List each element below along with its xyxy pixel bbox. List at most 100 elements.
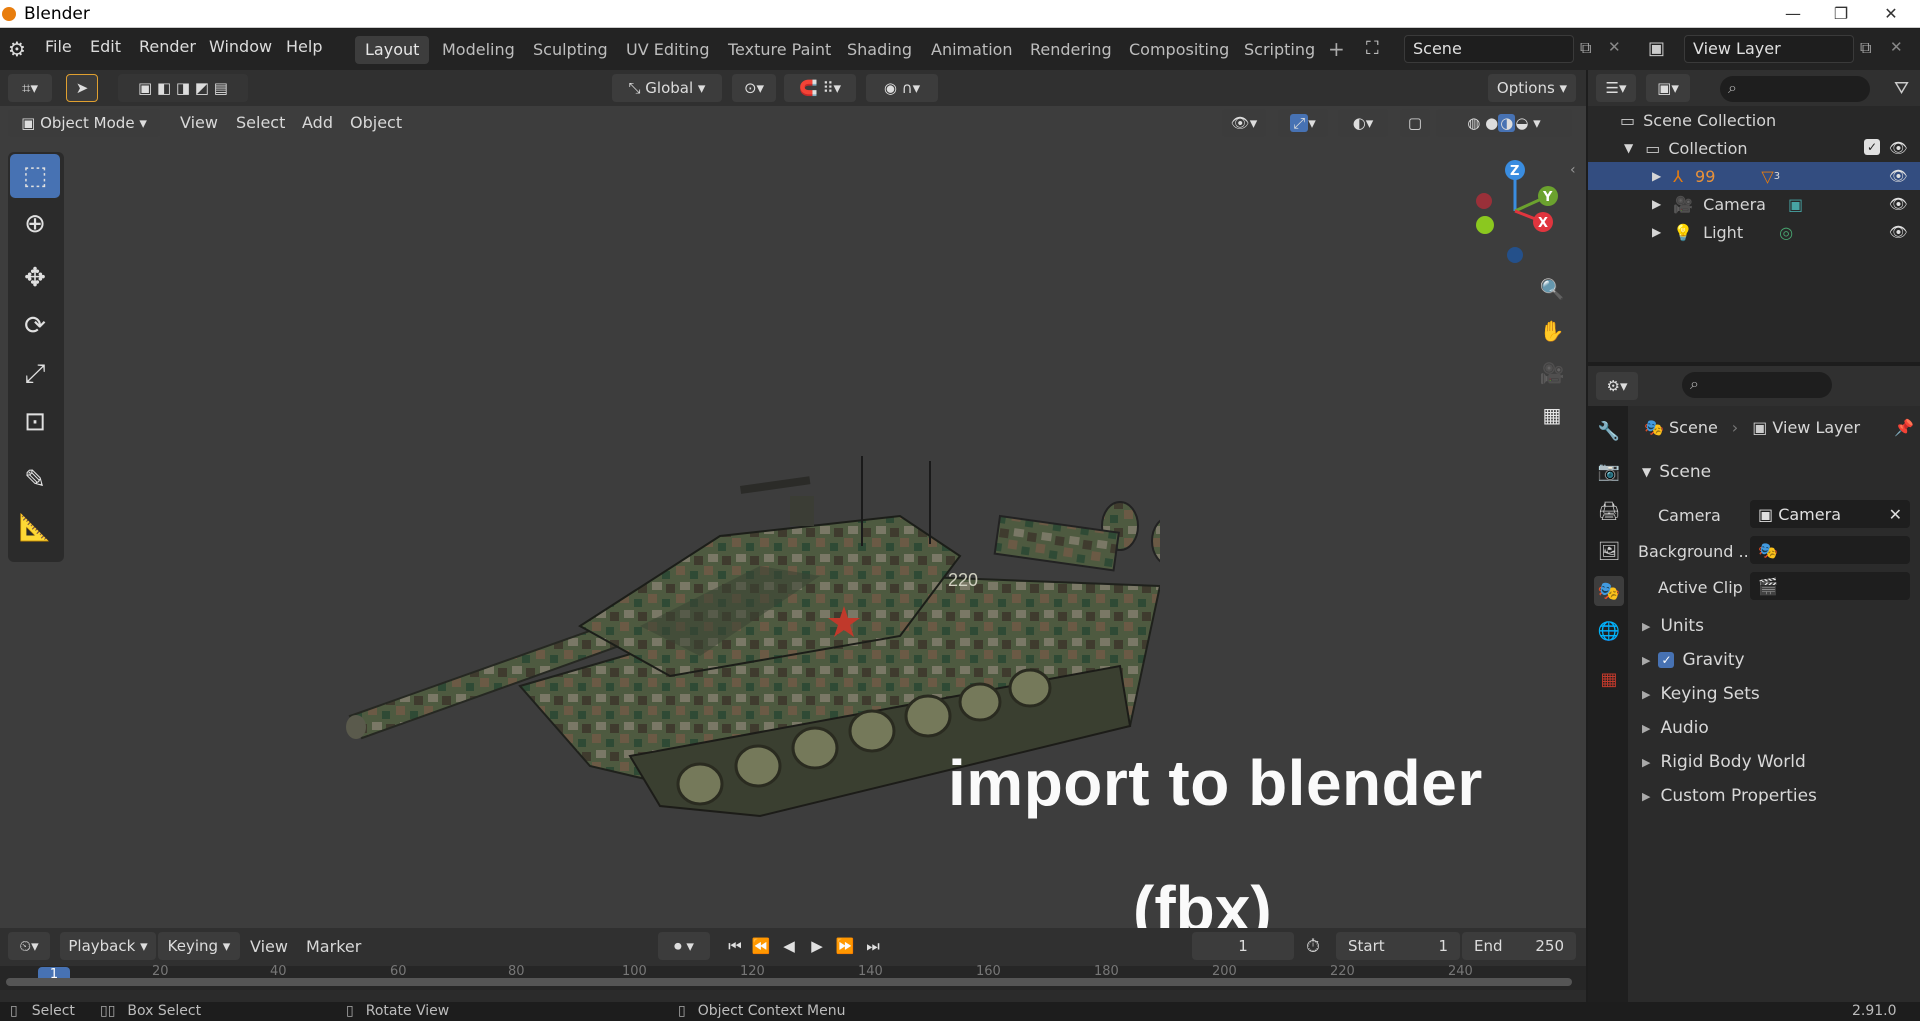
view-layer-selector-icon[interactable]: ▣ — [1648, 38, 1665, 59]
scene-properties-tab-icon[interactable]: 🎭 — [1594, 576, 1624, 606]
expand-arrow-icon[interactable]: ▼ — [1624, 141, 1633, 155]
move-tool-icon[interactable]: ✥ — [10, 256, 60, 300]
gravity-checkbox[interactable]: ✓ — [1658, 652, 1675, 668]
select-tool-icon[interactable]: ➤ — [66, 74, 98, 102]
3d-viewport[interactable]: 220 import to blender (fbx) Z Y X 🔍 ✋ 🎥 … — [0, 106, 1586, 945]
viewport-menu-object[interactable]: Object — [350, 113, 402, 132]
outliner-row-99[interactable]: ▶ ⅄ 99 ▽ 3 👁 — [1588, 162, 1920, 190]
viewport-menu-select[interactable]: Select — [236, 113, 285, 132]
jump-to-previous-keyframe-icon[interactable]: ⏪ — [750, 933, 772, 959]
output-properties-tab-icon[interactable]: 🖨 — [1594, 496, 1624, 526]
play-reverse-icon[interactable]: ◀ — [778, 933, 800, 959]
zoom-view-icon[interactable]: 🔍 — [1535, 272, 1569, 306]
expand-arrow-icon[interactable]: ▶ — [1652, 225, 1661, 239]
scene-selector-icon[interactable]: ⛶ — [1366, 38, 1379, 59]
xray-toggle-icon[interactable]: ▢ — [1400, 109, 1430, 137]
active-clip-field[interactable]: 🎬 — [1750, 572, 1910, 600]
audio-panel-header[interactable]: ▶ Audio — [1642, 718, 1916, 738]
tab-rendering[interactable]: Rendering — [1020, 36, 1122, 64]
expand-arrow-icon[interactable]: ▶ — [1652, 197, 1661, 211]
timeline-editor-type-icon[interactable]: ⏲▾ — [8, 932, 50, 960]
tool-properties-tab-icon[interactable]: 🔧 — [1594, 416, 1624, 446]
display-mode-icon[interactable]: ▣▾ — [1646, 74, 1690, 102]
keying-sets-panel-header[interactable]: ▶ Keying Sets — [1642, 684, 1916, 704]
play-icon[interactable]: ▶ — [806, 933, 828, 959]
playback-menu[interactable]: Playback ▾ — [60, 932, 156, 960]
visibility-toggle-icon[interactable]: 👁▾ — [1222, 109, 1266, 137]
selection-mode-buttons[interactable]: ▣ ◧ ◨ ◩ ▤ — [118, 74, 248, 102]
menu-render[interactable]: Render — [139, 37, 196, 56]
pivot-point-icon[interactable]: ⊙▾ — [732, 74, 776, 102]
view-layer-properties-tab-icon[interactable]: 🖼 — [1594, 536, 1624, 566]
timeline-menu-marker[interactable]: Marker — [306, 937, 361, 956]
remove-view-layer-icon[interactable]: ✕ — [1890, 38, 1903, 56]
tab-texture-paint[interactable]: Texture Paint — [718, 36, 841, 64]
gravity-panel-header[interactable]: ▶ ✓ Gravity — [1642, 650, 1916, 670]
outliner-row-light[interactable]: ▶ 💡 Light ◎ 👁 — [1588, 218, 1920, 246]
blender-menu-icon[interactable]: ⚙ — [8, 37, 26, 61]
select-box-tool-icon[interactable]: ⬚ — [10, 154, 60, 198]
remove-scene-icon[interactable]: ✕ — [1608, 38, 1621, 56]
visibility-eye-icon[interactable]: 👁 — [1889, 223, 1908, 241]
scene-camera-field[interactable]: ▣ Camera ✕ — [1750, 500, 1910, 528]
add-workspace-icon[interactable]: + — [1328, 37, 1345, 61]
rotate-tool-icon[interactable]: ⟳ — [10, 304, 60, 348]
editor-type-icon[interactable]: ⌗▾ — [8, 74, 52, 102]
navigation-gizmo[interactable]: Z Y X — [1460, 156, 1570, 266]
minimize-button[interactable]: — — [1770, 0, 1816, 26]
viewport-menu-view[interactable]: View — [180, 113, 218, 132]
tab-modeling[interactable]: Modeling — [432, 36, 525, 64]
background-scene-field[interactable]: 🎭 — [1750, 536, 1910, 564]
options-dropdown[interactable]: Options ▾ — [1488, 74, 1576, 102]
outliner-row-collection[interactable]: ▼ ▭ Collection ✓ 👁 — [1588, 134, 1920, 162]
custom-properties-panel-header[interactable]: ▶ Custom Properties — [1642, 786, 1916, 806]
proportional-editing-icon[interactable]: ◉ ∩▾ — [866, 74, 938, 102]
scale-tool-icon[interactable]: ⤢ — [10, 352, 60, 396]
viewport-menu-add[interactable]: Add — [302, 113, 333, 132]
measure-tool-icon[interactable]: 📐 — [10, 506, 60, 550]
menu-help[interactable]: Help — [286, 37, 322, 56]
menu-file[interactable]: File — [45, 37, 72, 56]
properties-editor-type-icon[interactable]: ⚙▾ — [1596, 372, 1638, 400]
transform-orientation-dropdown[interactable]: ⤡ Global ▾ — [612, 74, 722, 102]
outliner-row-camera[interactable]: ▶ 🎥 Camera ▣ 👁 — [1588, 190, 1920, 218]
pin-icon[interactable]: 📌 — [1894, 418, 1914, 437]
tab-animation[interactable]: Animation — [921, 36, 1023, 64]
maximize-button[interactable]: ❐ — [1818, 0, 1864, 26]
keying-menu[interactable]: Keying ▾ — [158, 932, 240, 960]
cursor-tool-icon[interactable]: ⊕ — [10, 202, 60, 246]
tab-uv-editing[interactable]: UV Editing — [616, 36, 719, 64]
menu-edit[interactable]: Edit — [90, 37, 121, 56]
clear-camera-icon[interactable]: ✕ — [1889, 505, 1902, 524]
transform-tool-icon[interactable]: ⊡ — [10, 400, 60, 444]
jump-to-next-keyframe-icon[interactable]: ⏩ — [834, 933, 856, 959]
timeline-menu-view[interactable]: View — [250, 937, 288, 956]
expand-arrow-icon[interactable]: ▶ — [1652, 169, 1661, 183]
tab-layout[interactable]: Layout — [355, 36, 430, 64]
filter-icon[interactable]: ⛛ — [1894, 78, 1909, 99]
annotate-tool-icon[interactable]: ✎ — [10, 458, 60, 502]
mode-dropdown[interactable]: ▣ Object Mode ▾ — [8, 109, 160, 137]
end-frame-field[interactable]: End 250 — [1462, 932, 1576, 960]
tab-sculpting[interactable]: Sculpting — [523, 36, 618, 64]
current-frame-field[interactable]: 1 — [1192, 932, 1294, 960]
camera-view-icon[interactable]: 🎥 — [1535, 356, 1569, 390]
preview-range-icon[interactable]: ⏱ — [1306, 936, 1320, 957]
render-properties-tab-icon[interactable]: 📷 — [1594, 456, 1624, 486]
visibility-eye-icon[interactable]: 👁 — [1889, 167, 1908, 185]
jump-to-start-icon[interactable]: ⏮ — [724, 933, 746, 959]
timeline-scrollbar[interactable] — [6, 978, 1572, 986]
gizmo-toggle-icon[interactable]: ⤢ ▾ — [1278, 109, 1328, 137]
copy-scene-icon[interactable]: ⧉ — [1580, 38, 1591, 58]
jump-to-end-icon[interactable]: ⏭ — [862, 933, 884, 959]
menu-window[interactable]: Window — [209, 37, 272, 56]
start-frame-field[interactable]: Start 1 — [1336, 932, 1460, 960]
visibility-eye-icon[interactable]: 👁 — [1889, 195, 1908, 213]
texture-properties-tab-icon[interactable]: ▦ — [1594, 664, 1624, 694]
outliner-search-input[interactable]: ⌕ — [1720, 76, 1870, 102]
shading-mode-buttons[interactable]: ◍ ● ◑ ◒ ▾ — [1436, 109, 1572, 137]
collection-checkbox[interactable]: ✓ — [1864, 139, 1880, 155]
properties-search-input[interactable]: ⌕ — [1682, 372, 1832, 398]
tab-scripting[interactable]: Scripting — [1234, 36, 1325, 64]
world-properties-tab-icon[interactable]: 🌐 — [1594, 616, 1624, 646]
